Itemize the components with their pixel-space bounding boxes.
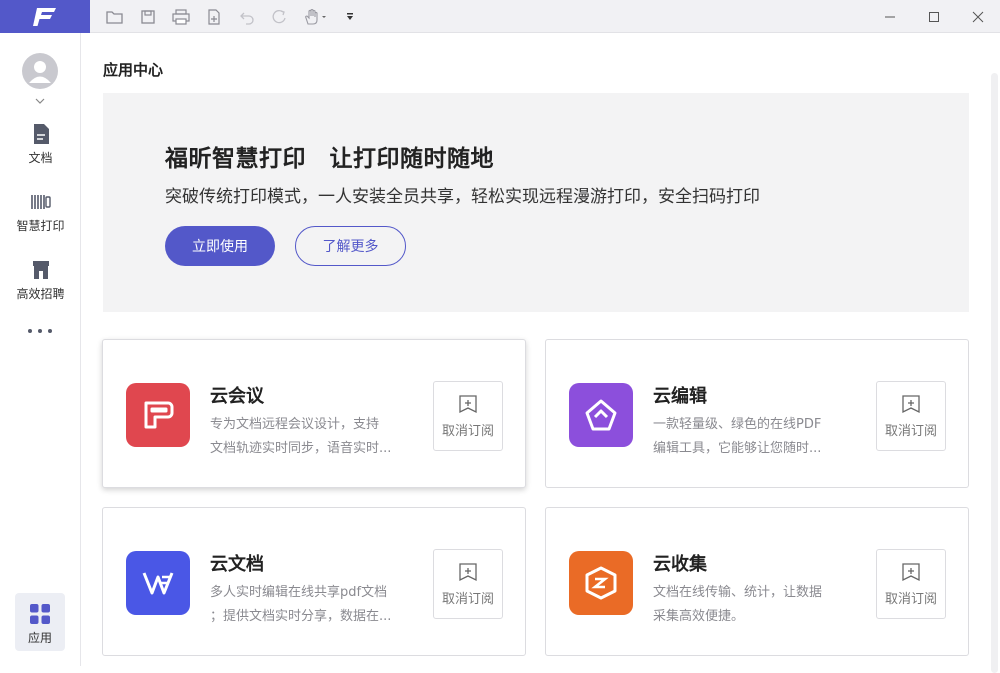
app-description: 专为文档远程会议设计，支持 文档轨迹实时同步，语音实时...	[210, 417, 392, 456]
app-name: 云编辑	[653, 386, 707, 407]
title-bar	[0, 0, 1000, 33]
app-card-cloud-edit[interactable]: 云编辑 一款轻量级、绿色的在线PDF 编辑工具，它能够让您随时... 取消订阅	[545, 339, 969, 488]
app-card-cloud-meeting[interactable]: 云会议 专为文档远程会议设计，支持 文档轨迹实时同步，语音实时... 取消订阅	[102, 339, 526, 488]
sidebar-item-documents[interactable]: 文档	[0, 123, 81, 166]
document-icon	[0, 123, 81, 145]
apps-grid-icon	[15, 593, 65, 625]
app-description: 文档在线传输、统计，让数据 采集高效便捷。	[653, 585, 823, 624]
recruit-icon	[0, 259, 81, 281]
new-document-icon[interactable]	[197, 0, 230, 33]
unsubscribe-button[interactable]: 取消订阅	[876, 381, 946, 451]
open-folder-icon[interactable]	[98, 0, 131, 33]
hand-tool-icon[interactable]	[296, 0, 336, 33]
cloud-collect-icon	[569, 551, 633, 615]
app-name: 云收集	[653, 554, 707, 575]
avatar[interactable]	[22, 53, 58, 89]
scrollbar-thumb[interactable]	[991, 73, 998, 673]
chevron-down-icon[interactable]	[34, 91, 46, 104]
page-title: 应用中心	[103, 61, 164, 79]
sidebar-item-label: 智慧打印	[16, 219, 65, 233]
bookmark-plus-icon	[434, 394, 502, 414]
redo-icon[interactable]	[263, 0, 296, 33]
cloud-docs-icon	[126, 551, 190, 615]
bookmark-plus-icon	[877, 394, 945, 414]
unsubscribe-button[interactable]: 取消订阅	[876, 549, 946, 619]
minimize-icon[interactable]	[868, 0, 912, 33]
foxit-logo	[0, 0, 90, 33]
app-name: 云文档	[210, 554, 264, 575]
banner-subtitle: 突破传统打印模式，一人安装全员共享，轻松实现远程漫游打印，安全扫码打印	[165, 187, 760, 207]
scrollbar[interactable]	[988, 33, 1000, 673]
unsubscribe-button[interactable]: 取消订阅	[433, 549, 503, 619]
sidebar-item-label: 文档	[28, 151, 53, 165]
left-sidebar: 文档 智慧打印 高效招聘 应用	[0, 33, 81, 666]
promo-banner: 福昕智慧打印 让打印随时随地 突破传统打印模式，一人安装全员共享，轻松实现远程漫…	[103, 93, 969, 312]
cloud-edit-icon	[569, 383, 633, 447]
app-card-cloud-collect[interactable]: 云收集 文档在线传输、统计，让数据 采集高效便捷。 取消订阅	[545, 507, 969, 656]
close-icon[interactable]	[956, 0, 1000, 33]
app-card-cloud-docs[interactable]: 云文档 多人实时编辑在线共享pdf文档 ；提供文档实时分享，数据在... 取消订…	[102, 507, 526, 656]
unsubscribe-button[interactable]: 取消订阅	[433, 381, 503, 451]
customize-toolbar-icon[interactable]	[336, 0, 364, 33]
use-now-button[interactable]: 立即使用	[165, 226, 275, 266]
bookmark-plus-icon	[434, 562, 502, 582]
cloud-meeting-icon	[126, 383, 190, 447]
more-icon[interactable]	[28, 327, 52, 335]
app-description: 一款轻量级、绿色的在线PDF 编辑工具，它能够让您随时...	[653, 417, 822, 456]
banner-title: 福昕智慧打印 让打印随时随地	[165, 146, 494, 172]
bookmark-plus-icon	[877, 562, 945, 582]
learn-more-button[interactable]: 了解更多	[295, 226, 406, 266]
undo-icon[interactable]	[230, 0, 263, 33]
sidebar-item-recruit[interactable]: 高效招聘	[0, 259, 81, 302]
sidebar-item-apps[interactable]: 应用	[15, 593, 65, 651]
maximize-icon[interactable]	[912, 0, 956, 33]
sidebar-item-label: 应用	[27, 631, 52, 645]
smart-print-icon	[0, 191, 81, 213]
sidebar-item-label: 高效招聘	[16, 287, 65, 301]
app-description: 多人实时编辑在线共享pdf文档 ；提供文档实时分享，数据在...	[210, 585, 392, 624]
app-name: 云会议	[210, 386, 264, 407]
print-icon[interactable]	[164, 0, 197, 33]
save-icon[interactable]	[131, 0, 164, 33]
sidebar-item-smart-print[interactable]: 智慧打印	[0, 191, 81, 234]
